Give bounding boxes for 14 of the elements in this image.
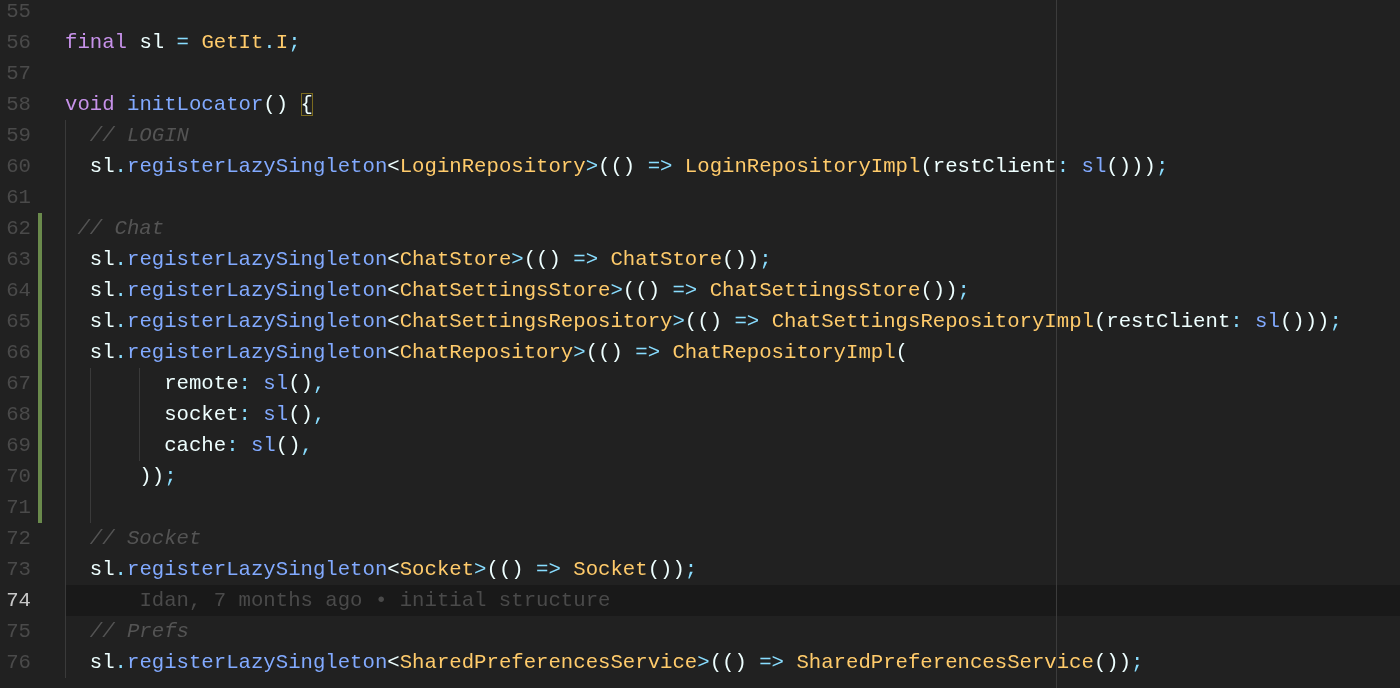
line-number: 74 bbox=[6, 588, 31, 614]
code-line: sl.registerLazySingleton<ChatSettingsRepository>(() => ChatSettingsRepositoryImpl(restClient: sl())); bbox=[88, 310, 1342, 333]
code-line: sl.registerLazySingleton<ChatRepository>(() => ChatRepositoryImpl( bbox=[88, 341, 908, 364]
code-line: sl.registerLazySingleton<Socket>(() => Socket()); bbox=[88, 558, 698, 581]
code-line: cache: sl(), bbox=[163, 434, 313, 457]
code-line: )); bbox=[138, 465, 177, 488]
code-line: sl.registerLazySingleton<SharedPreferencesService>(() => SharedPreferencesService()); bbox=[88, 651, 1144, 674]
code-line: socket: sl(), bbox=[163, 403, 326, 426]
code-line: sl.registerLazySingleton<LoginRepository>(() => LoginRepositoryImpl(restClient: sl())); bbox=[88, 155, 1169, 178]
code-line: final sl = GetIt.I; bbox=[65, 31, 301, 54]
code-line: remote: sl(), bbox=[163, 372, 326, 395]
code-line: void initLocator() { bbox=[65, 93, 313, 116]
code-line: sl.registerLazySingleton<ChatStore>(() => ChatStore()); bbox=[88, 248, 772, 271]
code-line: sl.registerLazySingleton<ChatSettingsStore>(() => ChatSettingsStore()); bbox=[88, 279, 970, 302]
